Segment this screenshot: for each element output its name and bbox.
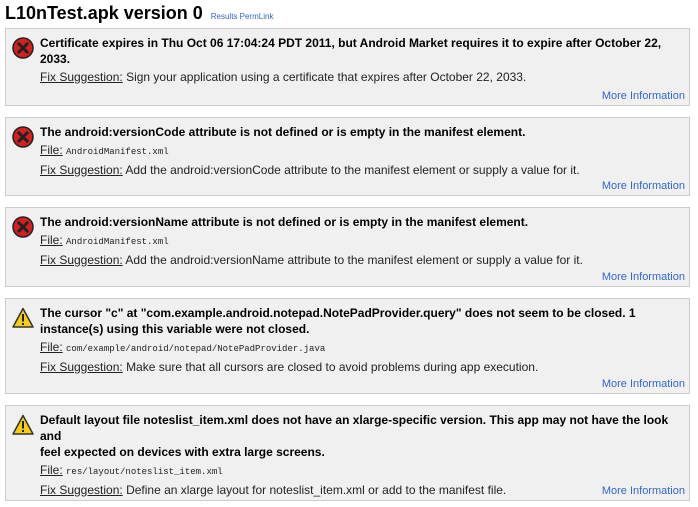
fix-suggestion-row: Fix Suggestion: Add the android:versionC… [40, 161, 681, 179]
more-information-link[interactable]: More Information [602, 378, 685, 390]
issue-title: Certificate expires in Thu Oct 06 17:04:… [40, 35, 681, 67]
issue-title-line: 2033. [40, 52, 71, 66]
warning-triangle-icon [12, 307, 34, 328]
issue-panel-certificate: Certificate expires in Thu Oct 06 17:04:… [5, 28, 690, 106]
issue-panel-xlarge-layout: Default layout file noteslist_item.xml d… [5, 405, 690, 501]
page-header: L10nTest.apk version 0 Results PermLink [5, 3, 273, 25]
file-path: AndroidManifest.xml [66, 237, 169, 247]
issue-panel-version-code: The android:versionCode attribute is not… [5, 117, 690, 196]
issue-title: Default layout file noteslist_item.xml d… [40, 412, 681, 460]
issue-body: Default layout file noteslist_item.xml d… [40, 412, 681, 499]
fix-suggestion-row: Fix Suggestion: Make sure that all curso… [40, 358, 681, 376]
issue-body: The android:versionCode attribute is not… [40, 124, 681, 179]
error-x-icon [12, 216, 34, 238]
fix-suggestion-label: Fix Suggestion: [40, 253, 123, 267]
fix-suggestion-row: Fix Suggestion: Sign your application us… [40, 68, 681, 86]
file-row: File: res/layout/noteslist_item.xml [40, 461, 681, 481]
issue-body: The android:versionName attribute is not… [40, 214, 681, 269]
file-path: res/layout/noteslist_item.xml [66, 467, 223, 477]
page-title: L10nTest.apk version 0 [5, 3, 203, 23]
issue-body: The cursor "c" at "com.example.android.n… [40, 305, 681, 376]
issue-title-line: Default layout file noteslist_item.xml d… [40, 413, 669, 443]
file-path: AndroidManifest.xml [66, 147, 169, 157]
file-row: File: AndroidManifest.xml [40, 141, 681, 161]
issue-title-line: instance(s) using this variable were not… [40, 322, 310, 336]
fix-suggestion-text: Define an xlarge layout for noteslist_it… [126, 483, 507, 497]
warning-triangle-icon [12, 414, 34, 435]
issue-body: Certificate expires in Thu Oct 06 17:04:… [40, 35, 681, 86]
issue-title-line: The android:versionCode attribute is not… [40, 125, 526, 139]
results-permlink-link[interactable]: Results PermLink [211, 12, 274, 21]
more-information-link[interactable]: More Information [602, 90, 685, 102]
fix-suggestion-text: Make sure that all cursors are closed to… [126, 360, 539, 374]
file-row: File: com/example/android/notepad/NotePa… [40, 338, 681, 358]
file-label: File: [40, 340, 63, 354]
file-row: File: AndroidManifest.xml [40, 231, 681, 251]
more-information-link[interactable]: More Information [602, 485, 685, 497]
issue-panel-cursor-not-closed: The cursor "c" at "com.example.android.n… [5, 298, 690, 394]
issue-title: The cursor "c" at "com.example.android.n… [40, 305, 681, 337]
fix-suggestion-row: Fix Suggestion: Define an xlarge layout … [40, 481, 681, 499]
fix-suggestion-text: Sign your application using a certificat… [126, 70, 527, 84]
issue-title: The android:versionName attribute is not… [40, 214, 681, 230]
more-information-link[interactable]: More Information [602, 271, 685, 283]
file-path: com/example/android/notepad/NotePadProvi… [66, 344, 326, 354]
issue-panel-version-name: The android:versionName attribute is not… [5, 207, 690, 287]
error-x-icon [12, 37, 34, 59]
error-x-icon [12, 126, 34, 148]
issue-title-line: The cursor "c" at "com.example.android.n… [40, 306, 636, 320]
file-label: File: [40, 463, 63, 477]
file-label: File: [40, 233, 63, 247]
fix-suggestion-label: Fix Suggestion: [40, 163, 123, 177]
fix-suggestion-text: Add the android:versionName attribute to… [125, 253, 583, 267]
fix-suggestion-row: Fix Suggestion: Add the android:versionN… [40, 251, 681, 269]
fix-suggestion-label: Fix Suggestion: [40, 360, 123, 374]
fix-suggestion-label: Fix Suggestion: [40, 483, 123, 497]
file-label: File: [40, 143, 63, 157]
issue-title: The android:versionCode attribute is not… [40, 124, 681, 140]
issue-title-line: The android:versionName attribute is not… [40, 215, 529, 229]
fix-suggestion-text: Add the android:versionCode attribute to… [125, 163, 580, 177]
fix-suggestion-label: Fix Suggestion: [40, 70, 123, 84]
more-information-link[interactable]: More Information [602, 180, 685, 192]
issue-title-line: Certificate expires in Thu Oct 06 17:04:… [40, 36, 662, 50]
issue-title-line: feel expected on devices with extra larg… [40, 445, 325, 459]
